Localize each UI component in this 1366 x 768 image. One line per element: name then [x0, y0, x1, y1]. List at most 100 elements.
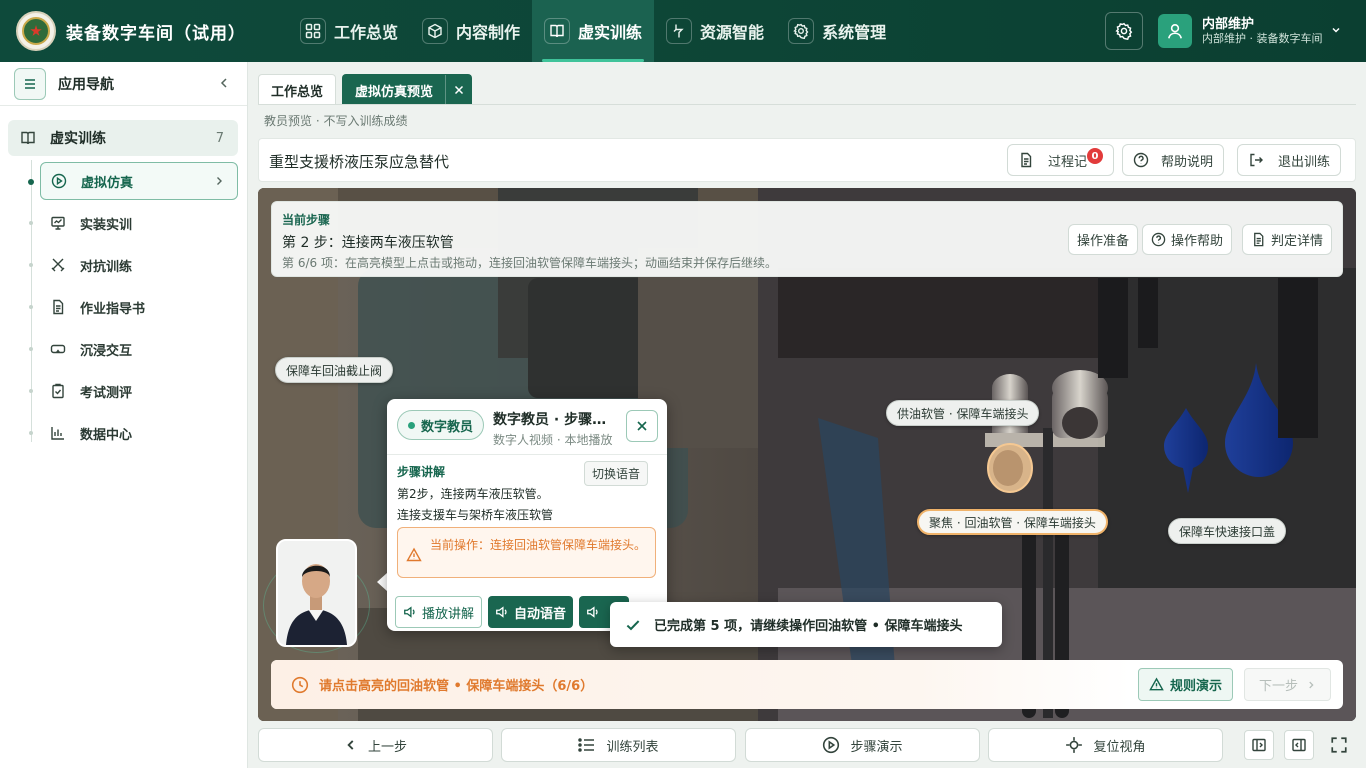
current-operation-text: 当前操作：连接回油软管保障车端接头。	[430, 538, 647, 552]
operation-hint: 请点击高亮的回油软管 • 保障车端接头（6/6）	[291, 660, 593, 709]
tree-dot	[29, 347, 33, 351]
sidebar-item-label: 沉浸交互	[80, 343, 133, 359]
sidebar-item-real-training[interactable]: 实装实训	[29, 204, 238, 242]
sidebar-item-label: 对抗训练	[80, 259, 133, 275]
tree-dot	[29, 305, 33, 309]
document-icon	[1251, 232, 1266, 247]
tree-dot	[29, 263, 33, 267]
tutor-section-title: 步骤讲解	[397, 465, 446, 479]
training-header: 重型支援桥液压泵应急替代 过程记 0 帮助说明 退出训练	[258, 138, 1356, 182]
exit-label: 退出训练	[1278, 154, 1331, 170]
reset-view-button[interactable]: 复位视角	[988, 728, 1223, 762]
warning-icon	[1149, 677, 1164, 692]
grid-icon	[300, 18, 326, 44]
help-label: 帮助说明	[1161, 154, 1214, 170]
fullscreen-button[interactable]	[1324, 730, 1354, 760]
sidebar-item-label: 作业指导书	[80, 301, 146, 317]
sidebar-item-label: 数据中心	[80, 427, 133, 443]
main-nav: 工作总览 内容制作 虚实训练 资源智能 系统管理	[288, 0, 898, 62]
step-title: 第 2 步：连接两车液压软管	[282, 235, 454, 251]
collapse-sidebar-icon[interactable]	[217, 76, 231, 90]
gear-icon	[1115, 22, 1133, 40]
tutor-status-pill: 数字教员	[397, 410, 485, 440]
nav-tab-label: 资源智能	[700, 23, 765, 42]
sidebar-item-data-center[interactable]: 数据中心	[29, 414, 238, 452]
gear-icon	[788, 18, 815, 44]
cube-icon	[422, 18, 449, 44]
toggle-left-panel-button[interactable]	[1244, 730, 1274, 760]
operation-help-button[interactable]: 操作帮助	[1142, 224, 1233, 255]
nav-tab-label: 工作总览	[334, 23, 399, 42]
chevron-down-icon	[1330, 24, 1342, 36]
user-subtitle: 内部维护 · 装备数字车间	[1202, 32, 1323, 45]
judgement-detail-button[interactable]: 判定详情	[1242, 224, 1333, 255]
tutor-close-button[interactable]	[626, 410, 658, 442]
sidebar-item-work-guide[interactable]: 作业指导书	[29, 288, 238, 326]
switch-voice-button[interactable]: 切换语音	[584, 461, 649, 486]
tree-dot	[29, 221, 33, 225]
user-menu[interactable]: 内部维护 内部维护 · 装备数字车间	[1158, 12, 1340, 50]
tab-overview[interactable]: 工作总览	[258, 74, 337, 105]
nav-tab-resources[interactable]: 资源智能	[654, 0, 776, 62]
sidebar-item-virtual-sim[interactable]: 虚拟仿真	[28, 162, 238, 200]
check-icon	[624, 616, 642, 634]
chevron-left-icon	[344, 738, 358, 752]
hotspot-return-valve[interactable]: 保障车回油截止阀	[275, 357, 394, 383]
tutor-actions: 播放讲解 自动语音	[395, 596, 630, 628]
auto-voice-button[interactable]: 自动语音	[488, 596, 574, 628]
sidebar-item-adversarial[interactable]: 对抗训练	[29, 246, 238, 284]
tab-virtual-preview[interactable]: 虚拟仿真预览	[342, 74, 473, 106]
hotspot-return-hose-focus[interactable]: 聚焦 · 回油软管 · 保障车端接头	[917, 509, 1108, 535]
simulation-viewport[interactable]: 当前步骤 第 2 步：连接两车液压软管 第 6/6 项：在高亮模型上点击或拖动，…	[258, 188, 1356, 721]
training-list-button[interactable]: 训练列表	[501, 728, 736, 762]
bolt-icon	[666, 18, 693, 44]
help-button[interactable]: 帮助说明	[1122, 144, 1225, 176]
sidebar-group-training[interactable]: 虚实训练 7	[8, 120, 238, 156]
chevron-right-icon	[1306, 680, 1316, 690]
digital-tutor-panel: 数字教员 数字教员 · 步骤讲解 数字人视频 · 本地播放 步骤讲解 切换语音 …	[387, 399, 667, 631]
avatar	[1158, 14, 1192, 48]
close-icon[interactable]	[445, 74, 471, 106]
settings-button[interactable]	[1105, 12, 1143, 50]
sidebar-item-exam[interactable]: 考试测评	[29, 372, 238, 410]
play-circle-icon	[822, 736, 840, 754]
tutor-line-2: 连接支援车与架桥车液压软管	[397, 508, 554, 522]
operation-prep-button[interactable]: 操作准备	[1068, 224, 1139, 255]
process-record-button[interactable]: 过程记 0	[1007, 144, 1115, 176]
next-step-button[interactable]: 下一步	[1244, 668, 1331, 701]
tab-label: 工作总览	[271, 84, 324, 100]
top-bar: 装备数字车间（试用） 工作总览 内容制作 虚实训练 资源智能 系统管理 内部维护…	[0, 0, 1366, 62]
next-step-label: 下一步	[1258, 679, 1298, 694]
nav-tab-system[interactable]: 系统管理	[776, 0, 898, 62]
play-explanation-button[interactable]: 播放讲解	[395, 596, 483, 628]
menu-icon	[22, 76, 38, 92]
play-circle-icon	[51, 173, 67, 189]
nav-tab-training[interactable]: 虚实训练	[532, 0, 655, 62]
user-name: 内部维护	[1202, 17, 1255, 32]
vr-headset-icon	[50, 341, 66, 357]
clock-icon	[291, 676, 309, 694]
sidebar-item-immersive[interactable]: 沉浸交互	[29, 330, 238, 368]
tutor-portrait-image	[278, 541, 355, 645]
speaker-icon	[495, 605, 509, 619]
nav-tab-overview[interactable]: 工作总览	[288, 0, 410, 62]
exit-training-button[interactable]: 退出训练	[1237, 144, 1342, 176]
hotspot-supply-hose[interactable]: 供油软管 · 保障车端接头	[886, 400, 1040, 426]
page-tabs: 工作总览 虚拟仿真预览	[258, 74, 473, 106]
list-icon	[578, 737, 596, 753]
tab-divider	[258, 104, 1356, 105]
fullscreen-icon	[1330, 736, 1348, 754]
sidebar-header: 应用导航	[0, 62, 247, 106]
toggle-right-panel-button[interactable]	[1284, 730, 1314, 760]
step-label: 当前步骤	[282, 213, 331, 227]
menu-toggle-button[interactable]	[14, 67, 46, 100]
step-demo-button[interactable]: 步骤演示	[745, 728, 980, 762]
current-step-card: 当前步骤 第 2 步：连接两车液压软管 第 6/6 项：在高亮模型上点击或拖动，…	[271, 201, 1343, 277]
hotspot-quick-coupler-cap[interactable]: 保障车快速接口盖	[1168, 518, 1287, 544]
speaker-icon	[403, 605, 417, 619]
sidebar: 应用导航 虚实训练 7 虚拟仿真 实装实训 对抗训练 作业指导书 沉浸交互 考试…	[0, 62, 248, 768]
previous-step-button[interactable]: 上一步	[258, 728, 493, 762]
nav-tab-content[interactable]: 内容制作	[410, 0, 532, 62]
rule-demo-button[interactable]: 规则演示	[1138, 668, 1234, 701]
digital-tutor-avatar[interactable]	[276, 539, 357, 647]
